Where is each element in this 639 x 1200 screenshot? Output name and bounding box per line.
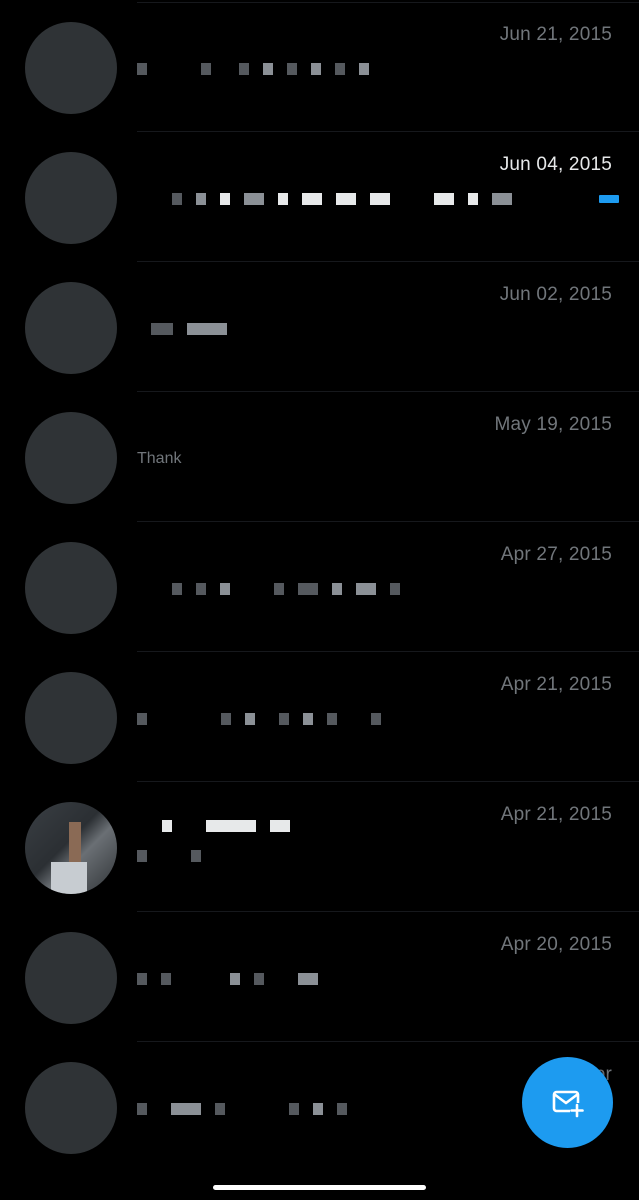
message-preview: [137, 580, 607, 598]
unread-indicator: [599, 195, 619, 203]
avatar[interactable]: [25, 152, 117, 244]
conversation-date: May 19, 2015: [494, 414, 612, 435]
avatar[interactable]: [25, 672, 117, 764]
home-indicator[interactable]: [213, 1185, 426, 1190]
conversation-row[interactable]: Apr 20, 2015: [0, 912, 639, 1042]
conversation-date: Jun 04, 2015: [499, 154, 612, 175]
preview-text: Thank: [137, 450, 182, 467]
avatar[interactable]: [25, 802, 117, 894]
message-preview: [137, 970, 607, 988]
conversation-row[interactable]: Jun 02, 2015: [0, 262, 639, 392]
message-preview: [137, 60, 607, 78]
conversation-row[interactable]: Jun 21, 2015: [0, 2, 639, 132]
message-preview: [137, 710, 607, 728]
conversation-date: Jun 21, 2015: [499, 24, 612, 45]
avatar[interactable]: [25, 22, 117, 114]
new-message-icon: [552, 1090, 584, 1117]
conversation-row[interactable]: May 19, 2015 Thank: [0, 392, 639, 522]
conversation-date: Apr 27, 2015: [500, 544, 612, 565]
dm-inbox-screen: Jun 21, 2015 Jun 04, 2015 Jun 02, 2015 M…: [0, 0, 639, 1200]
conversation-row[interactable]: Apr 21, 2015: [0, 782, 639, 912]
message-preview: [137, 190, 607, 208]
conversation-date: Apr 20, 2015: [500, 934, 612, 955]
avatar[interactable]: [25, 1062, 117, 1154]
avatar[interactable]: [25, 412, 117, 504]
avatar[interactable]: [25, 282, 117, 374]
message-preview: Thank: [137, 450, 607, 468]
conversation-row[interactable]: Apr 27, 2015: [0, 522, 639, 652]
conversation-row[interactable]: Jun 04, 2015: [0, 132, 639, 262]
conversation-date: Apr 21, 2015: [500, 674, 612, 695]
avatar[interactable]: [25, 932, 117, 1024]
avatar-photo: [51, 862, 87, 894]
sender-name: [137, 817, 607, 835]
message-preview: [137, 847, 607, 865]
conversation-date: Jun 02, 2015: [499, 284, 612, 305]
message-preview: [137, 320, 607, 338]
avatar-photo: [69, 822, 81, 862]
new-message-button[interactable]: [522, 1057, 613, 1148]
conversation-row[interactable]: Apr 21, 2015: [0, 652, 639, 782]
avatar[interactable]: [25, 542, 117, 634]
